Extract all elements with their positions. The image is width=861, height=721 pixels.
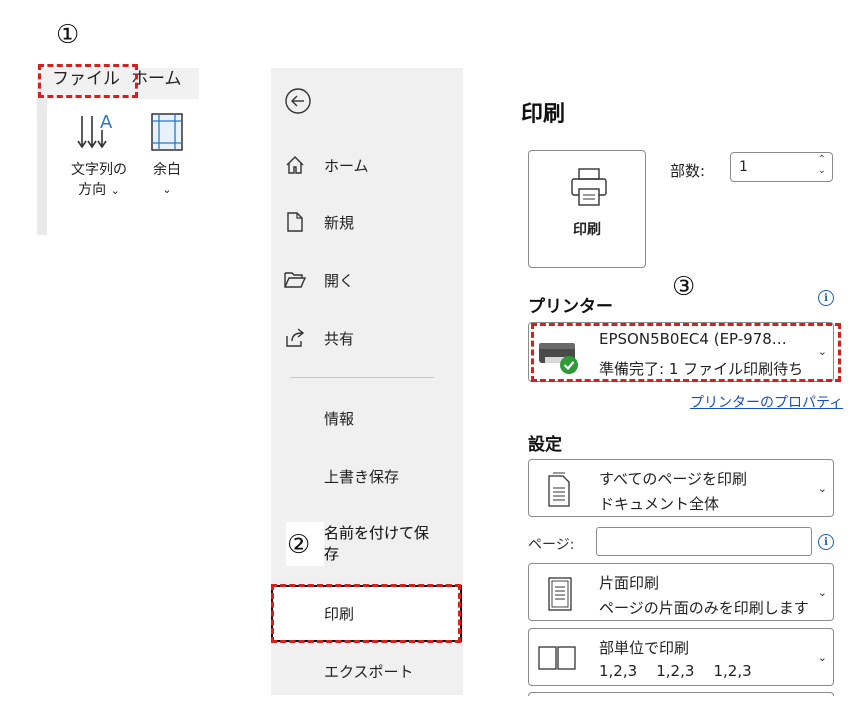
pages-label: ページ: — [528, 537, 575, 553]
collate-line2: 1,2,3 1,2,3 1,2,3 — [599, 662, 752, 680]
collated-icon — [537, 645, 577, 671]
new-document-icon — [284, 211, 306, 233]
highlight-print-nav — [271, 584, 461, 643]
nav-item-home-label: ホーム — [324, 156, 369, 175]
sides-line1: 片面印刷 — [599, 574, 660, 592]
margins-dropdown-glyph: ⌄ — [162, 183, 172, 196]
pages-input[interactable] — [596, 527, 812, 556]
pages-range-line1: すべてのページを印刷 — [599, 470, 748, 488]
save-as-text-line1: 名前を付けて保 — [324, 524, 430, 542]
text-direction-icon[interactable]: A — [74, 110, 124, 158]
highlight-printer — [531, 323, 841, 382]
next-dropdown-edge — [528, 692, 834, 696]
spin-down-icon[interactable]: ⌄ — [818, 165, 826, 176]
spin-up-icon[interactable]: ⌃ — [818, 154, 826, 165]
settings-heading: 設定 — [528, 435, 562, 455]
save-as-text: 名前を付けて保 存 — [324, 523, 429, 565]
save-as-text-line2: 存 — [324, 545, 340, 563]
home-icon — [284, 154, 306, 176]
step-marker-1: ① — [56, 20, 80, 50]
nav-item-share-label: 共有 — [324, 329, 355, 348]
margins-icon[interactable] — [150, 112, 184, 152]
nav-item-open[interactable]: 開く — [271, 252, 463, 308]
nav-item-open-label: 開く — [324, 271, 355, 290]
text-direction-label-line2: 方向 ⌄ — [78, 182, 120, 198]
text-direction-label[interactable]: 文字列の 方向 ⌄ — [60, 160, 138, 201]
one-sided-icon — [543, 576, 577, 611]
pages-info-icon[interactable]: i — [818, 534, 834, 550]
chevron-down-icon: ⌄ — [817, 651, 827, 664]
page-title: 印刷 — [521, 102, 566, 127]
nav-item-export-label: エクスポート — [324, 662, 414, 681]
copies-value: 1 — [739, 159, 748, 175]
text-direction-label-line1: 文字列の — [71, 162, 127, 178]
printer-properties-link[interactable]: プリンターのプロパティ — [690, 392, 843, 412]
nav-item-save-label: 上書き保存 — [324, 467, 400, 486]
pages-range-dropdown[interactable]: すべてのページを印刷 ドキュメント全体 ⌄ — [528, 459, 834, 517]
collate-line1: 部単位で印刷 — [599, 639, 690, 657]
nav-item-share[interactable]: 共有 — [271, 310, 463, 366]
sides-line2: ページの片面のみを印刷します — [599, 599, 809, 617]
print-button[interactable]: 印刷 — [528, 150, 646, 268]
sides-dropdown[interactable]: 片面印刷 ページの片面のみを印刷します ⌄ — [528, 563, 834, 621]
copies-label: 部数: — [670, 162, 706, 180]
pages-range-line2: ドキュメント全体 — [599, 495, 720, 513]
copies-input[interactable]: 1 ⌃ ⌄ — [730, 152, 833, 182]
nav-item-save[interactable]: 上書き保存 — [271, 448, 463, 504]
print-button-label: 印刷 — [573, 222, 601, 238]
ribbon-left-strip — [37, 99, 47, 235]
highlight-file-tab — [38, 64, 138, 98]
svg-text:A: A — [100, 112, 113, 133]
tab-home[interactable]: ホーム — [131, 68, 182, 90]
nav-item-new-label: 新規 — [324, 213, 355, 232]
nav-item-export[interactable]: エクスポート — [271, 643, 463, 699]
back-arrow-icon[interactable] — [284, 87, 312, 115]
collate-dropdown[interactable]: 部単位で印刷 1,2,3 1,2,3 1,2,3 ⌄ — [528, 628, 834, 686]
nav-item-info-label: 情報 — [324, 409, 355, 428]
open-folder-icon — [284, 269, 306, 291]
margins-label-text: 余白 — [153, 162, 181, 178]
printer-icon — [569, 167, 609, 213]
printer-info-icon[interactable]: i — [818, 290, 834, 306]
step-marker-2: ② — [287, 530, 311, 560]
printer-heading: プリンター — [528, 297, 613, 317]
chevron-down-icon: ⌄ — [817, 482, 827, 495]
all-pages-icon — [543, 472, 577, 507]
chevron-down-icon: ⌄ — [817, 586, 827, 599]
nav-item-new[interactable]: 新規 — [271, 194, 463, 250]
margins-label[interactable]: 余白 ⌄ — [142, 160, 192, 200]
nav-item-info[interactable]: 情報 — [271, 390, 463, 446]
nav-item-home[interactable]: ホーム — [271, 137, 463, 193]
nav-divider — [290, 377, 434, 378]
step-marker-3: ③ — [672, 272, 696, 302]
share-icon — [284, 327, 306, 349]
